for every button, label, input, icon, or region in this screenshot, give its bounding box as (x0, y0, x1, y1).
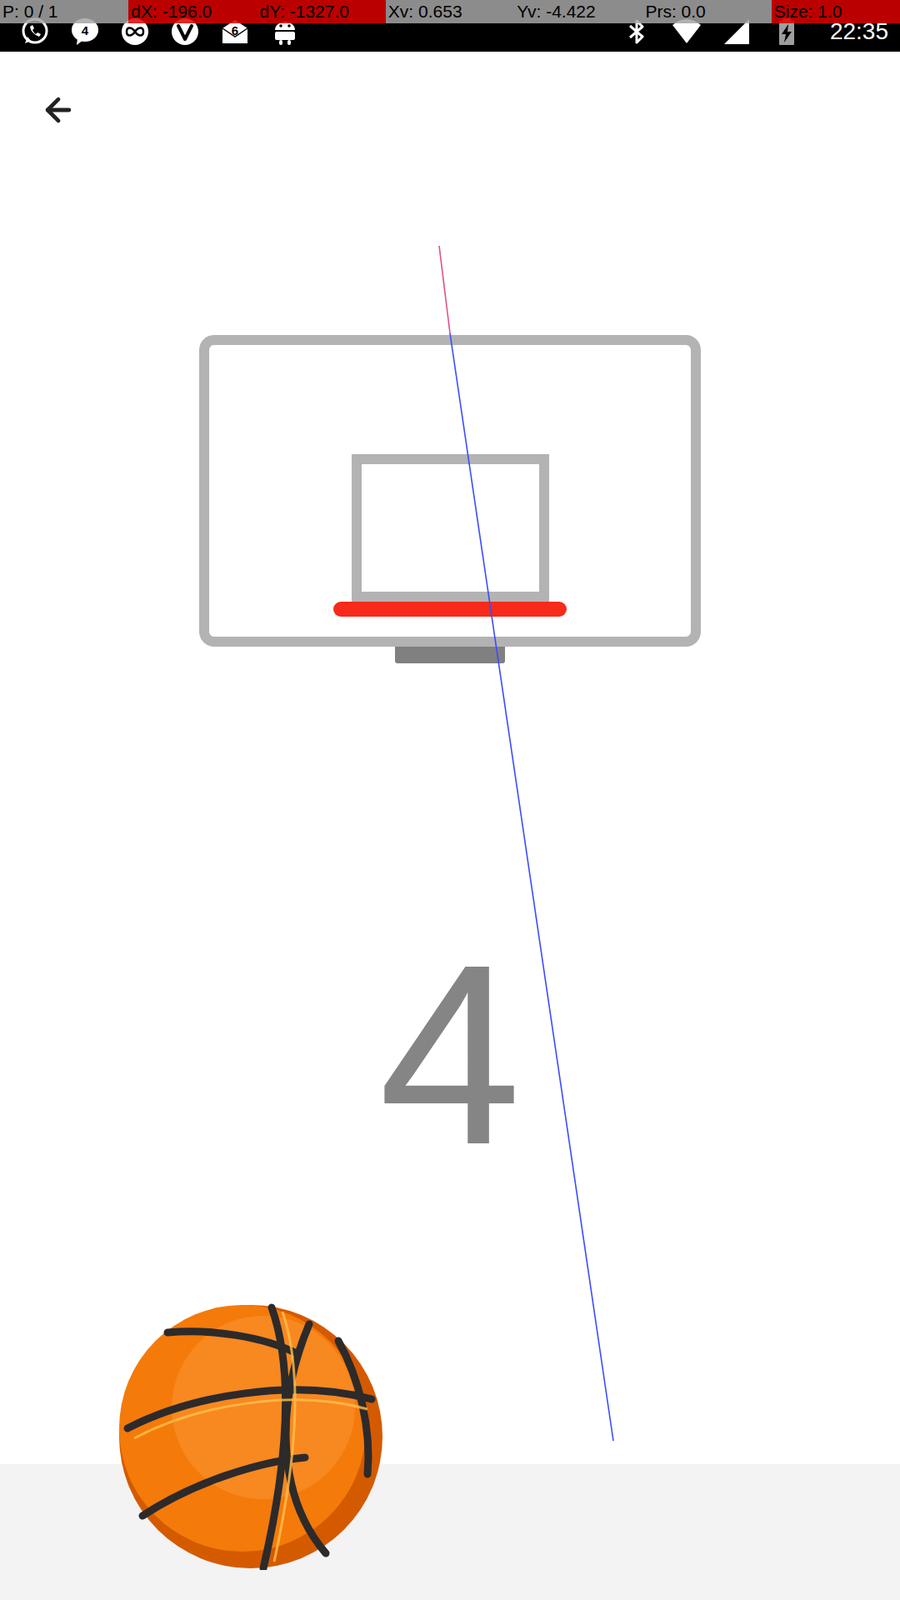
score: 4 (378, 925, 521, 1183)
pointer-readout: dX: -196.0 (128, 0, 257, 24)
hoop-bracket (395, 646, 505, 664)
pointer-readout: P: 0 / 1 (0, 0, 129, 24)
backboard (199, 335, 701, 647)
pointer-readout: Prs: 0.0 (642, 0, 771, 24)
pointer-readout: Yv: -4.422 (514, 0, 643, 24)
notification-badge: 4 (70, 23, 100, 39)
pointer-readout: Size: 1.0 (771, 0, 900, 24)
target-square (351, 454, 550, 602)
back-button[interactable] (40, 91, 77, 129)
hoop-rim (333, 601, 567, 617)
header (0, 51, 900, 169)
messenger-basketball-screen: P: 0 / 1dX: -196.0dY: -1327.0Xv: 0.653Yv… (0, 0, 900, 1600)
game-canvas: 4 (0, 168, 900, 1600)
pointer-location-overlay: P: 0 / 1dX: -196.0dY: -1327.0Xv: 0.653Yv… (0, 0, 900, 24)
notification-badge: 6 (220, 23, 250, 39)
pointer-trace (0, 0, 900, 1600)
basketball[interactable] (117, 1303, 385, 1570)
back-arrow-icon (40, 91, 77, 129)
pointer-readout: Xv: 0.653 (385, 0, 515, 24)
pointer-readout: dY: -1327.0 (257, 0, 386, 24)
